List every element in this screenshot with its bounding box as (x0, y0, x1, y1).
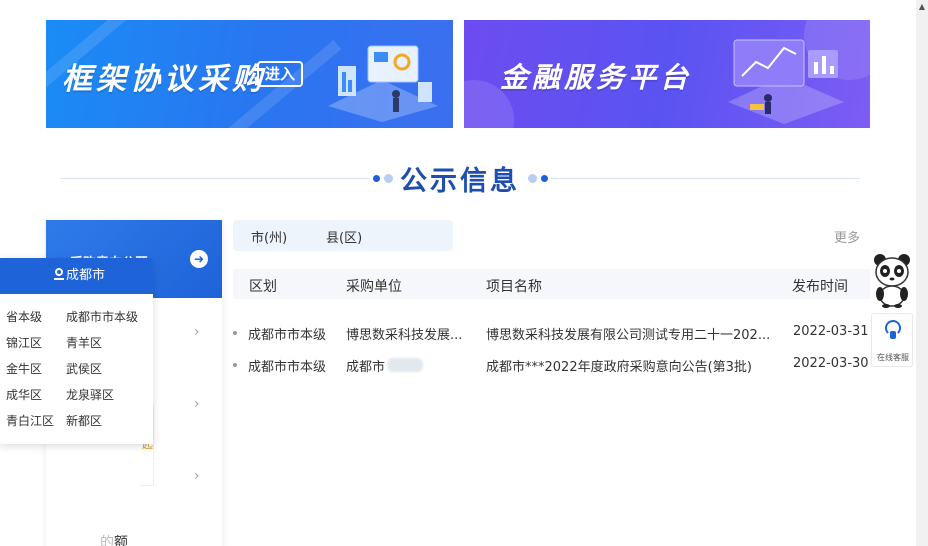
cell-project-link[interactable]: 成都市***2022年度政府采购意向公告(第3批) (486, 356, 752, 375)
more-link[interactable]: 更多 (834, 227, 860, 246)
arrow-right-circle-icon: ➜ (190, 250, 208, 268)
city-option[interactable]: 龙泉驿区 (66, 386, 114, 403)
banner-title: 框架协议采购 (62, 62, 266, 97)
city-selector-header[interactable]: 成都市 (0, 258, 153, 294)
location-pin-icon (54, 268, 64, 280)
cell-region: 成都市市本级 (248, 328, 327, 343)
chevron-right-icon[interactable]: › (194, 396, 200, 412)
page: 框架协议采购 进入 金融服务平台 公示信息 ➜ › › › 的额 起 成都市 省… (0, 0, 928, 546)
section-divider (60, 178, 370, 179)
cell-project-link[interactable]: 博思数采科技发展有限公司测试专用二十一202... (486, 324, 770, 343)
city-selector-popup: 成都市 省本级 成都市市本级 锦江区 青羊区 金牛区 武侯区 成华区 龙泉驿区 … (0, 258, 153, 444)
finance-service-banner[interactable]: 金融服务平台 (464, 20, 870, 128)
city-option[interactable]: 新都区 (66, 412, 102, 429)
title-dot (541, 175, 548, 182)
headset-icon (885, 320, 901, 339)
tab-city-prefecture[interactable]: 市(州) (251, 227, 287, 246)
redacted-text (387, 358, 423, 372)
table-row[interactable]: 成都市市本级 博思数采科技发展... 博思数采科技发展有限公司测试专用二十一20… (233, 322, 870, 348)
panda-mascot-icon[interactable] (872, 252, 912, 308)
scroll-up-arrow-icon[interactable]: ▲ (916, 0, 928, 14)
cell-date: 2022-03-30 (793, 356, 869, 371)
enter-button[interactable]: 进入 (257, 61, 304, 87)
cell-unit: 成都市 (346, 360, 386, 375)
title-dot (384, 174, 393, 183)
title-dot (528, 174, 537, 183)
framework-agreement-banner[interactable]: 框架协议采购 进入 (46, 20, 453, 128)
cell-region: 成都市市本级 (248, 360, 327, 375)
chevron-right-icon[interactable]: › (194, 468, 200, 484)
cell-unit: 博思数采科技发展... (346, 328, 463, 343)
city-option[interactable]: 青白江区 (6, 412, 54, 429)
bullet-icon (233, 363, 237, 367)
title-dot (373, 175, 380, 182)
city-option[interactable]: 锦江区 (6, 334, 42, 351)
tab-county-district[interactable]: 县(区) (326, 227, 362, 246)
region-tabs: 市(州) 县(区) (233, 220, 453, 251)
column-header-region: 区划 (249, 279, 277, 295)
section-title: 公示信息 (400, 166, 520, 197)
service-label: 在线客服 (877, 353, 909, 362)
city-option[interactable]: 青羊区 (66, 334, 102, 351)
online-service-button[interactable]: 在线客服 (871, 313, 913, 367)
selected-city: 成都市 (66, 268, 106, 283)
city-option[interactable]: 成都市市本级 (66, 308, 138, 325)
table-row[interactable]: 成都市市本级 成都市 成都市***2022年度政府采购意向公告(第3批) 202… (233, 354, 870, 380)
banner-title: 金融服务平台 (500, 61, 693, 94)
vertical-scrollbar[interactable]: ▲ (916, 0, 928, 546)
column-header-unit: 采购单位 (346, 279, 402, 295)
bullet-icon (233, 331, 237, 335)
city-option[interactable]: 金牛区 (6, 360, 42, 377)
column-header-project: 项目名称 (486, 279, 542, 295)
city-option[interactable]: 成华区 (6, 386, 42, 403)
chevron-right-icon[interactable]: › (194, 324, 200, 340)
dashboard-illustration-icon (328, 45, 438, 122)
section-divider (550, 178, 860, 179)
city-option[interactable]: 武侯区 (66, 360, 102, 377)
finance-illustration-icon (728, 39, 844, 124)
city-option[interactable]: 省本级 (6, 308, 42, 325)
table-header: 区划 采购单位 项目名称 发布时间 (233, 269, 870, 299)
column-header-date: 发布时间 (792, 279, 848, 295)
cell-date: 2022-03-31 (793, 324, 869, 339)
nav-item-partial[interactable]: 的额 (100, 532, 128, 546)
